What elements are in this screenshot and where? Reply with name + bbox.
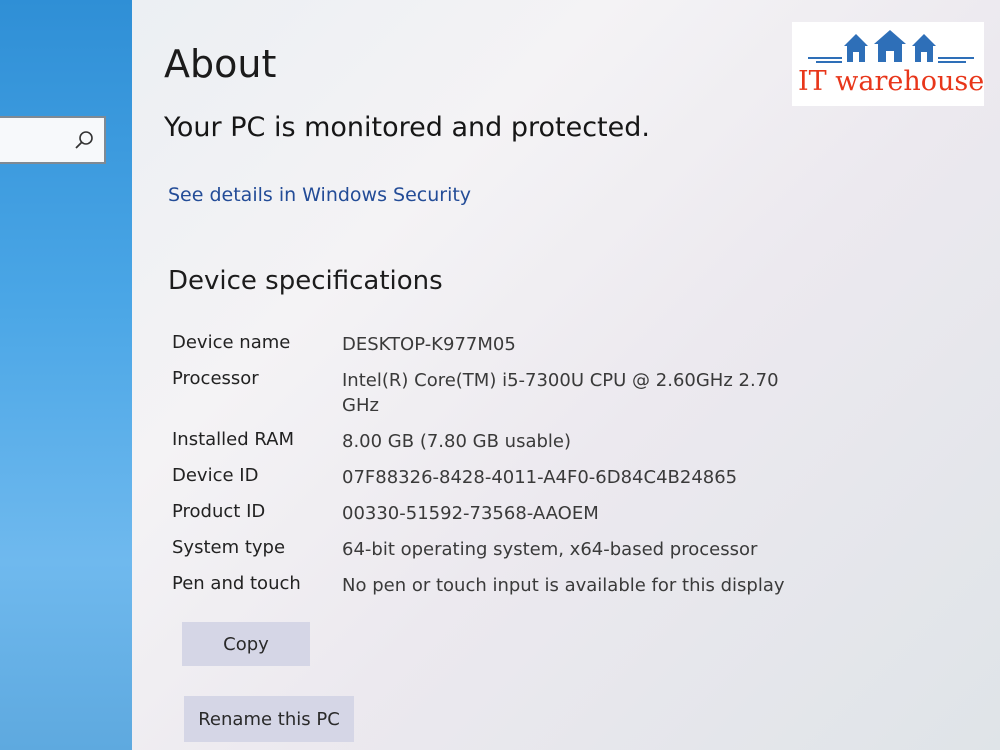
spec-value: DESKTOP-K977M05: [342, 334, 516, 355]
house-logo-icon: [808, 30, 974, 63]
search-icon: [75, 131, 93, 149]
spec-row-device-name: Device name DESKTOP-K977M05: [172, 332, 812, 357]
spec-row-system-type: System type 64-bit operating system, x64…: [172, 537, 812, 562]
sidebar: [0, 0, 132, 750]
spec-value: 07F88326-8428-4011-A4F0-6D84C4B24865: [342, 467, 738, 488]
spec-value: 00330-51592-73568-AAOEM: [342, 503, 599, 524]
spec-label: System type: [172, 537, 286, 558]
device-specifications-heading: Device specifications: [168, 266, 443, 296]
spec-value: Intel(R) Core(TM) i5-7300U CPU @ 2.60GHz…: [342, 370, 779, 416]
watermark-text: IT warehouse: [798, 66, 985, 97]
spec-row-product-id: Product ID 00330-51592-73568-AAOEM: [172, 501, 812, 526]
spec-label: Pen and touch: [172, 573, 301, 594]
spec-value: No pen or touch input is available for t…: [342, 575, 785, 596]
page-title: About: [164, 42, 277, 86]
spec-label: Installed RAM: [172, 429, 295, 450]
spec-row-device-id: Device ID 07F88326-8428-4011-A4F0-6D84C4…: [172, 465, 812, 490]
spec-value: 64-bit operating system, x64-based proce…: [342, 539, 758, 560]
spec-row-processor: Processor Intel(R) Core(TM) i5-7300U CPU…: [172, 368, 812, 418]
main-content: About Your PC is monitored and protected…: [132, 0, 1000, 750]
protection-status: Your PC is monitored and protected.: [164, 112, 650, 143]
search-input[interactable]: [0, 116, 106, 164]
device-specifications-table: Device name DESKTOP-K977M05 Processor In…: [172, 332, 812, 609]
spec-row-pen-and-touch: Pen and touch No pen or touch input is a…: [172, 573, 812, 598]
spec-label: Product ID: [172, 501, 266, 522]
spec-value: 8.00 GB (7.80 GB usable): [342, 431, 571, 452]
spec-label: Device ID: [172, 465, 259, 486]
rename-pc-button[interactable]: Rename this PC: [184, 696, 354, 742]
spec-label: Processor: [172, 368, 259, 389]
windows-security-link[interactable]: See details in Windows Security: [168, 184, 471, 206]
spec-row-installed-ram: Installed RAM 8.00 GB (7.80 GB usable): [172, 429, 812, 454]
spec-label: Device name: [172, 332, 291, 353]
copy-button[interactable]: Copy: [182, 622, 310, 666]
watermark-logo: IT warehouse: [792, 22, 984, 106]
